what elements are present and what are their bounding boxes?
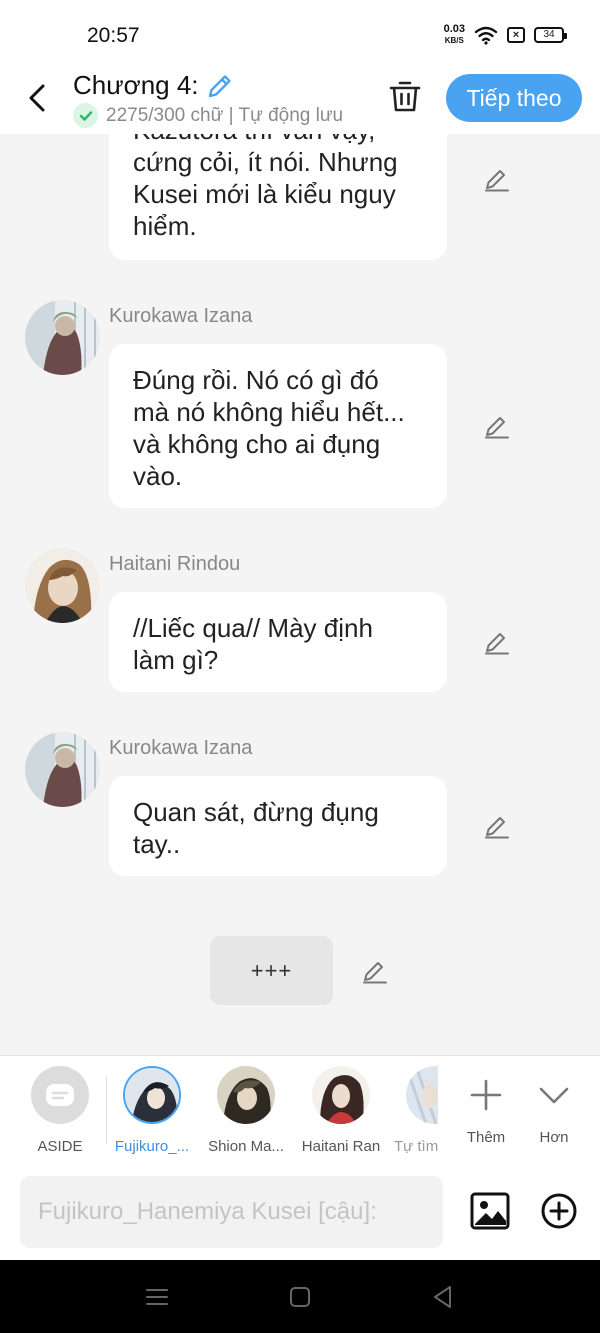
home-icon[interactable] xyxy=(287,1284,313,1310)
avatar[interactable] xyxy=(25,300,100,375)
edit-separator-icon[interactable] xyxy=(362,958,388,984)
message-line: vào. xyxy=(133,461,183,491)
chapter-title: Chương 4: xyxy=(73,70,199,100)
sender-name: Kurokawa Izana xyxy=(109,305,253,327)
message-bubble[interactable]: Đúng rồi. Nó có gì đó mà nó không hiểu h… xyxy=(109,344,447,508)
character-tu-tim[interactable]: Tự tìm xyxy=(394,1066,438,1155)
save-status-row: 2275/300 chữ | Tự động lưu xyxy=(73,103,343,128)
add-character-button[interactable]: Thêm xyxy=(462,1066,510,1146)
status-bar: 20:57 0.03 KB/S × 34 xyxy=(0,0,600,70)
message-line: Quan sát, đừng đụng xyxy=(133,797,379,827)
check-icon xyxy=(73,103,98,128)
message-line: tay.. xyxy=(133,829,181,859)
character-fujikuro[interactable]: Fujikuro_... xyxy=(112,1066,192,1155)
add-label: Thêm xyxy=(466,1129,506,1146)
avatar[interactable] xyxy=(25,548,100,623)
expand-label: Hơn xyxy=(539,1129,569,1146)
add-circle-icon[interactable] xyxy=(540,1192,578,1230)
message-input[interactable] xyxy=(20,1176,443,1248)
character-aside[interactable]: ASIDE xyxy=(30,1066,90,1155)
character-shion[interactable]: Shion Ma... xyxy=(205,1066,287,1155)
aside-icon xyxy=(31,1066,89,1124)
message-line: cứng cỏi, ít nói. Nhưng xyxy=(133,147,398,177)
message-line: và không cho ai đụng xyxy=(133,429,381,459)
scene-separator[interactable]: +++ xyxy=(210,936,333,1005)
character-label: Tự tìm xyxy=(394,1138,438,1155)
expand-button[interactable]: Hơn xyxy=(532,1066,576,1146)
character-bar: ASIDE Fujikuro_... Shion Ma... Haitani R… xyxy=(0,1055,600,1165)
message-line: Kusei mới là kiểu nguy xyxy=(133,179,396,209)
avatar xyxy=(406,1066,438,1124)
delete-button[interactable] xyxy=(386,76,424,116)
avatar xyxy=(217,1066,275,1124)
chapter-title-row: Chương 4: xyxy=(73,70,235,101)
sender-name: Haitani Rindou xyxy=(109,553,241,575)
message-line: //Liếc qua// Mày định xyxy=(133,613,373,643)
avatar xyxy=(123,1066,181,1124)
character-label: Haitani Ran xyxy=(301,1138,381,1155)
network-speed: 0.03 KB/S xyxy=(443,23,465,46)
message-line: mà nó không hiểu hết... xyxy=(133,397,405,427)
battery-icon: 34 xyxy=(534,27,567,43)
chat-area[interactable]: Kazutora thì vẫn vậy, cứng cỏi, ít nói. … xyxy=(0,134,600,1055)
message-line: làm gì? xyxy=(133,645,219,675)
message-bubble[interactable]: Quan sát, đừng đụng tay.. xyxy=(109,776,447,876)
menu-icon[interactable] xyxy=(144,1284,170,1310)
edit-message-icon[interactable] xyxy=(484,629,510,655)
chevron-down-icon xyxy=(539,1087,569,1104)
edit-title-icon[interactable] xyxy=(205,71,235,101)
message-line: Đúng rồi. Nó có gì đó xyxy=(133,365,379,395)
status-icons: 0.03 KB/S × 34 xyxy=(443,23,567,46)
character-label: Fujikuro_... xyxy=(114,1138,190,1155)
image-icon[interactable] xyxy=(470,1191,510,1231)
wifi-icon xyxy=(474,26,498,45)
next-button[interactable]: Tiếp theo xyxy=(446,74,582,122)
edit-message-icon[interactable] xyxy=(484,813,510,839)
composer xyxy=(0,1165,600,1260)
status-time: 20:57 xyxy=(87,24,140,47)
editor-header: Chương 4: 2275/300 chữ | Tự động lưu Tiế… xyxy=(0,70,600,134)
character-label: Shion Ma... xyxy=(208,1138,284,1155)
chevron-left-icon xyxy=(29,84,45,112)
edit-message-icon[interactable] xyxy=(484,166,510,192)
word-count-status: 2275/300 chữ | Tự động lưu xyxy=(106,104,344,126)
system-nav-bar xyxy=(0,1260,600,1333)
character-haitani-ran[interactable]: Haitani Ran xyxy=(299,1066,383,1155)
message-line: hiểm. xyxy=(133,211,197,241)
avatar[interactable] xyxy=(25,732,100,807)
message-bubble[interactable]: Kazutora thì vẫn vậy, cứng cỏi, ít nói. … xyxy=(109,134,447,260)
avatar xyxy=(312,1066,370,1124)
back-button[interactable] xyxy=(22,78,52,118)
trash-icon xyxy=(389,81,421,112)
character-label: ASIDE xyxy=(37,1138,83,1155)
sender-name: Kurokawa Izana xyxy=(109,737,253,759)
edit-message-icon[interactable] xyxy=(484,413,510,439)
no-sim-icon: × xyxy=(507,27,525,43)
message-bubble[interactable]: //Liếc qua// Mày định làm gì? xyxy=(109,592,447,692)
back-triangle-icon[interactable] xyxy=(430,1284,456,1310)
message-line: Kazutora thì vẫn vậy, xyxy=(133,134,423,146)
divider xyxy=(106,1076,107,1144)
plus-icon xyxy=(470,1079,502,1111)
